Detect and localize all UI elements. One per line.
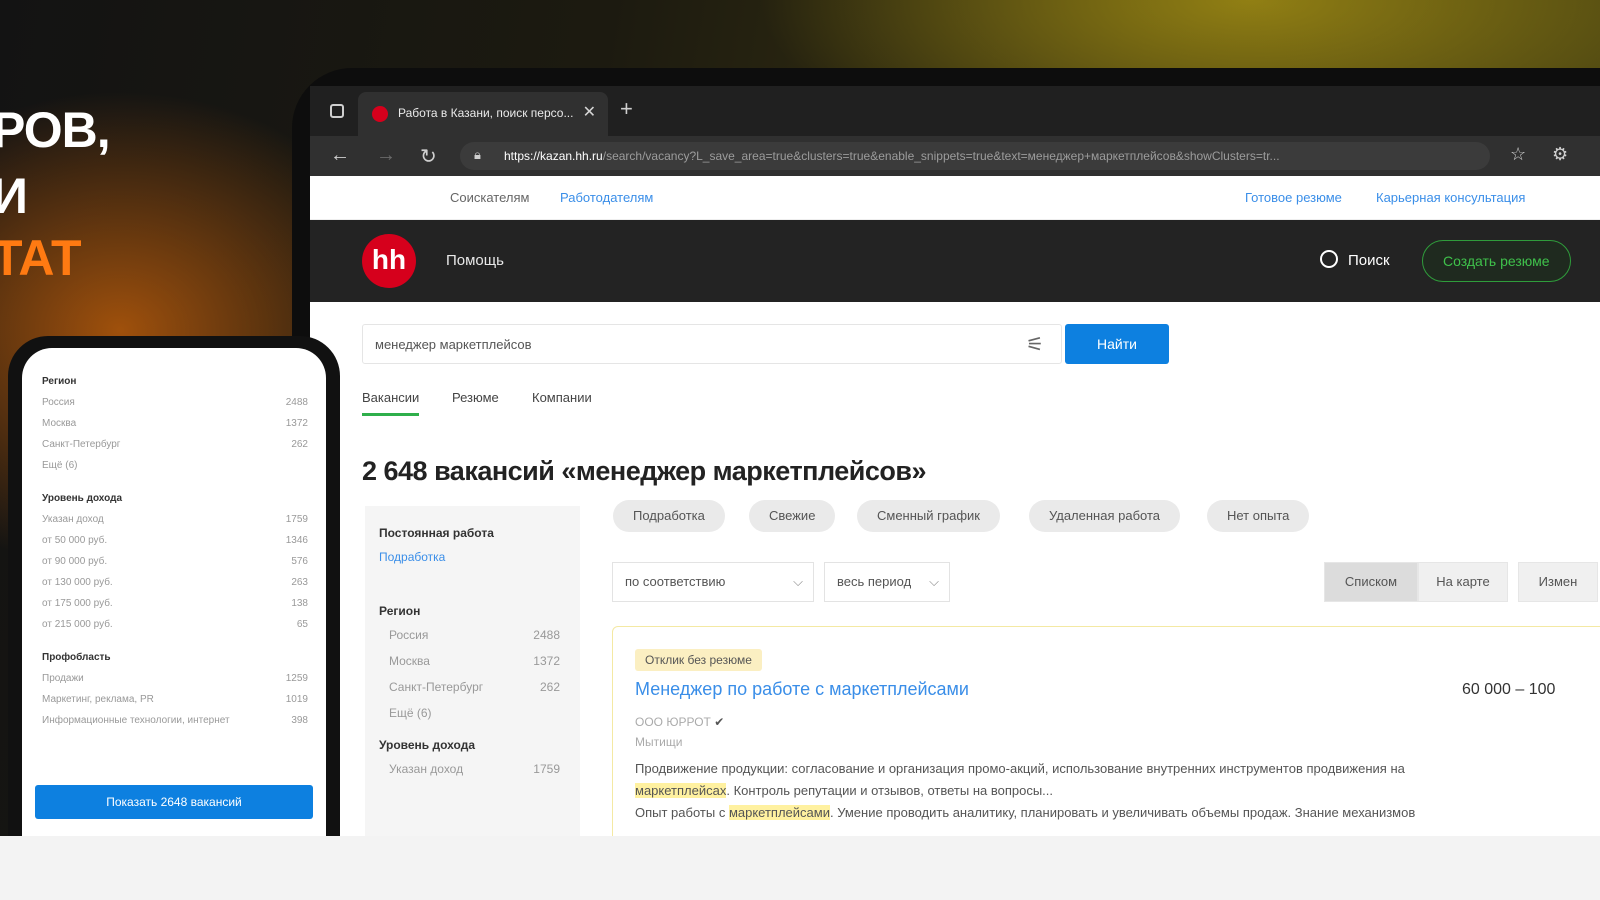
chevron-down-icon: ⌵ bbox=[929, 574, 939, 589]
tab-companies[interactable]: Компании bbox=[532, 390, 592, 413]
phone-screen: Регион Россия 2488 Москва 1372 Санкт-Петер… bbox=[22, 348, 326, 836]
lock-icon: 🔒︎ bbox=[474, 147, 481, 162]
show-vacancies-button[interactable]: Показать 2648 вакансий bbox=[35, 785, 313, 819]
browser-toolbar: ← → ↻ 🔒︎ https://kazan.hh.ru/search/vaca… bbox=[310, 136, 1600, 176]
nav-employers[interactable]: Работодателям bbox=[560, 190, 653, 205]
phone-prof-item[interactable]: Маркетинг, реклама, PR 1019 bbox=[42, 694, 308, 705]
search-input[interactable] bbox=[362, 324, 1062, 364]
hh-favicon-icon bbox=[372, 106, 388, 122]
address-bar[interactable]: 🔒︎ https://kazan.hh.ru/search/vacancy?L_… bbox=[460, 142, 1490, 170]
hh-header: hh Помощь Поиск Создать резюме bbox=[310, 220, 1600, 302]
vacancy-company[interactable]: ООО ЮРРОТ ✔ bbox=[635, 715, 724, 729]
window-menu-icon[interactable] bbox=[330, 104, 344, 118]
back-icon[interactable]: ← bbox=[330, 144, 350, 167]
period-select[interactable]: весь период ⌵ bbox=[824, 562, 950, 602]
headline-line-1: РОВ, bbox=[0, 102, 111, 158]
phone-income-item[interactable]: от 130 000 руб. 263 bbox=[42, 577, 308, 588]
filters-sidebar: Постоянная работа Подработка Регион Росс… bbox=[365, 506, 580, 836]
nav-career-consult[interactable]: Карьерная консультация bbox=[1376, 190, 1525, 205]
forward-icon[interactable]: → bbox=[376, 144, 396, 167]
no-resume-badge: Отклик без резюме bbox=[635, 649, 762, 671]
vacancy-description: Продвижение продукции: согласование и ор… bbox=[635, 761, 1405, 776]
employment-heading: Постоянная работа bbox=[379, 526, 494, 540]
vacancy-title-link[interactable]: Менеджер по работе с маркетплейсами bbox=[635, 679, 969, 700]
phone-region-item[interactable]: Россия 2488 bbox=[42, 397, 308, 408]
headline-line-3: ТАТ bbox=[0, 230, 82, 286]
income-heading: Уровень дохода bbox=[379, 738, 476, 752]
view-list-button[interactable]: Списком bbox=[1324, 562, 1418, 602]
chip-part-time[interactable]: Подработка bbox=[613, 500, 725, 532]
laptop-frame: Работа в Казани, поиск персо... ✕ + ← → … bbox=[292, 68, 1600, 836]
browser-tabbar: Работа в Казани, поиск персо... ✕ + bbox=[310, 86, 1600, 136]
promo-banner: РОВ, И ТАТ Работа в Казани, поиск персо.… bbox=[0, 0, 1600, 836]
hh-top-nav: Соискателям Работодателям Готовое резюме… bbox=[310, 176, 1600, 220]
phone-frame: Регион Россия 2488 Москва 1372 Санкт-Петер… bbox=[8, 336, 340, 836]
tab-resumes[interactable]: Резюме bbox=[452, 390, 499, 413]
favorites-icon[interactable]: ☆ bbox=[1510, 144, 1526, 165]
chip-fresh[interactable]: Свежие bbox=[749, 500, 836, 532]
region-heading: Регион bbox=[379, 604, 421, 618]
phone-income-heading: Уровень дохода bbox=[42, 493, 123, 504]
chip-remote[interactable]: Удаленная работа bbox=[1029, 500, 1181, 532]
chip-no-experience[interactable]: Нет опыта bbox=[1207, 500, 1310, 532]
sort-order-select[interactable]: по соответствию ⌵ bbox=[612, 562, 814, 602]
phone-income-item[interactable]: от 50 000 руб. 1346 bbox=[42, 535, 308, 546]
verified-check-icon: ✔ bbox=[714, 715, 725, 729]
browser-tab[interactable]: Работа в Казани, поиск персо... ✕ bbox=[358, 92, 608, 136]
region-filter-item[interactable]: Москва 1372 bbox=[379, 654, 566, 668]
results-title: 2 648 вакансий «менеджер маркетплейсов» bbox=[362, 456, 927, 486]
phone-income-item[interactable]: от 215 000 руб. 65 bbox=[42, 619, 308, 630]
phone-income-item[interactable]: от 90 000 руб. 576 bbox=[42, 556, 308, 567]
phone-region-more[interactable]: Ещё (6) bbox=[42, 460, 308, 471]
reload-icon[interactable]: ↻ bbox=[420, 144, 437, 169]
region-more-link[interactable]: Ещё (6) bbox=[379, 706, 566, 720]
headline-line-2: И bbox=[0, 168, 28, 224]
vacancy-description: маркетплейсах. Контроль репутации и отзы… bbox=[635, 783, 1054, 798]
phone-region-heading: Регион bbox=[42, 376, 77, 387]
vacancy-card[interactable]: Отклик без резюме Менеджер по работе с м… bbox=[612, 626, 1600, 836]
phone-region-item[interactable]: Санкт-Петербург 262 bbox=[42, 439, 308, 450]
region-filter-item[interactable]: Россия 2488 bbox=[379, 628, 566, 642]
advanced-filter-icon[interactable]: ⚟ bbox=[1026, 332, 1044, 357]
tab-title: Работа в Казани, поиск персо... bbox=[398, 106, 574, 120]
help-link[interactable]: Помощь bbox=[446, 252, 504, 269]
tab-vacancies[interactable]: Вакансии bbox=[362, 390, 420, 416]
phone-income-item[interactable]: Указан доход 1759 bbox=[42, 514, 308, 525]
phone-prof-item[interactable]: Информационные технологии, интернет 398 bbox=[42, 715, 308, 726]
change-view-button[interactable]: Измен bbox=[1518, 562, 1598, 602]
phone-prof-item[interactable]: Продажи 1259 bbox=[42, 673, 308, 684]
extensions-icon[interactable]: ⚙ bbox=[1552, 144, 1568, 165]
phone-prof-heading: Профобласть bbox=[42, 652, 111, 663]
vacancy-requirements: Опыт работы с маркетплейсами. Умение про… bbox=[635, 805, 1416, 820]
vacancy-city: Мытищи bbox=[635, 735, 683, 749]
nav-ready-resume[interactable]: Готовое резюме bbox=[1245, 190, 1342, 205]
part-time-filter[interactable]: Подработка bbox=[379, 550, 566, 564]
view-map-button[interactable]: На карте bbox=[1418, 562, 1508, 602]
search-icon bbox=[1320, 250, 1338, 268]
url-text: https://kazan.hh.ru/search/vacancy?L_sav… bbox=[504, 149, 1280, 163]
hh-logo[interactable]: hh bbox=[362, 234, 416, 288]
new-tab-button[interactable]: + bbox=[620, 96, 633, 122]
phone-region-item[interactable]: Москва 1372 bbox=[42, 418, 308, 429]
region-filter-item[interactable]: Санкт-Петербург 262 bbox=[379, 680, 566, 694]
bottom-strip bbox=[0, 836, 1600, 900]
close-tab-icon[interactable]: ✕ bbox=[583, 102, 596, 122]
chevron-down-icon: ⌵ bbox=[793, 574, 803, 589]
laptop-screen: Работа в Казани, поиск персо... ✕ + ← → … bbox=[310, 86, 1600, 836]
search-link[interactable]: Поиск bbox=[1320, 250, 1390, 269]
phone-income-item[interactable]: от 175 000 руб. 138 bbox=[42, 598, 308, 609]
find-button[interactable]: Найти bbox=[1065, 324, 1169, 364]
chip-shift-schedule[interactable]: Сменный график bbox=[857, 500, 1000, 532]
nav-seekers[interactable]: Соискателям bbox=[450, 190, 529, 205]
vacancy-salary: 60 000 – 100 bbox=[1462, 681, 1556, 698]
create-resume-button[interactable]: Создать резюме bbox=[1422, 240, 1571, 282]
search-area: ⚟ Найти Вакансии Резюме Компании bbox=[310, 302, 1600, 422]
income-filter-item[interactable]: Указан доход 1759 bbox=[379, 762, 566, 776]
